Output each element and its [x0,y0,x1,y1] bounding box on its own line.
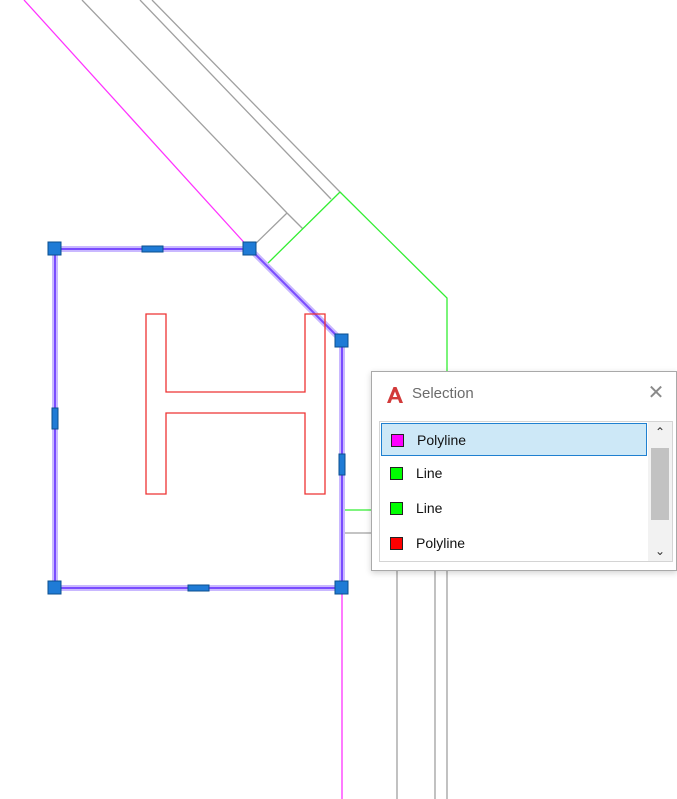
list-item[interactable]: Polyline [381,423,647,456]
scroll-down-icon[interactable]: ⌄ [648,541,672,561]
i-beam-outline[interactable] [145,313,326,495]
list-item-label: Polyline [417,432,467,448]
selected-polyline-glow [52,246,345,591]
color-swatch [390,467,403,480]
green-line[interactable] [339,191,448,371]
wall-line[interactable] [151,0,342,194]
list-item-label: Line [416,500,443,516]
color-swatch [390,502,403,515]
grip-midpoint[interactable] [187,584,210,592]
dialog-title: Selection [412,385,474,402]
grip-corner[interactable] [334,580,349,595]
selection-list[interactable]: Polyline Line Line Polyline ⌃ ⌄ [379,421,673,562]
grip-midpoint[interactable] [51,407,59,430]
close-icon[interactable]: ✕ [644,381,668,405]
list-item[interactable]: Line [381,492,647,525]
grip-corner[interactable] [47,580,62,595]
grip-corner[interactable] [242,241,257,256]
color-swatch [391,434,404,447]
grip-corner[interactable] [334,333,349,348]
scroll-up-icon[interactable]: ⌃ [648,422,672,442]
list-item-label: Line [416,465,443,481]
wall-line[interactable] [286,212,304,230]
magenta-polyline[interactable] [23,0,251,250]
selection-dialog[interactable]: Selection ✕ Polyline Line Line Polyline … [371,371,677,571]
grip-corner[interactable] [47,241,62,256]
autocad-logo-icon [387,387,403,403]
list-scrollbar[interactable]: ⌃ ⌄ [648,422,672,561]
wall-line[interactable] [139,0,332,200]
scrollbar-thumb[interactable] [651,448,669,520]
grip-midpoint[interactable] [141,245,164,253]
list-item[interactable]: Line [381,457,647,490]
list-item-label: Polyline [416,535,466,551]
grip-midpoint[interactable] [338,453,346,476]
color-swatch [390,537,403,550]
list-item[interactable]: Polyline [381,527,647,560]
dialog-titlebar[interactable]: Selection ✕ [372,372,676,416]
